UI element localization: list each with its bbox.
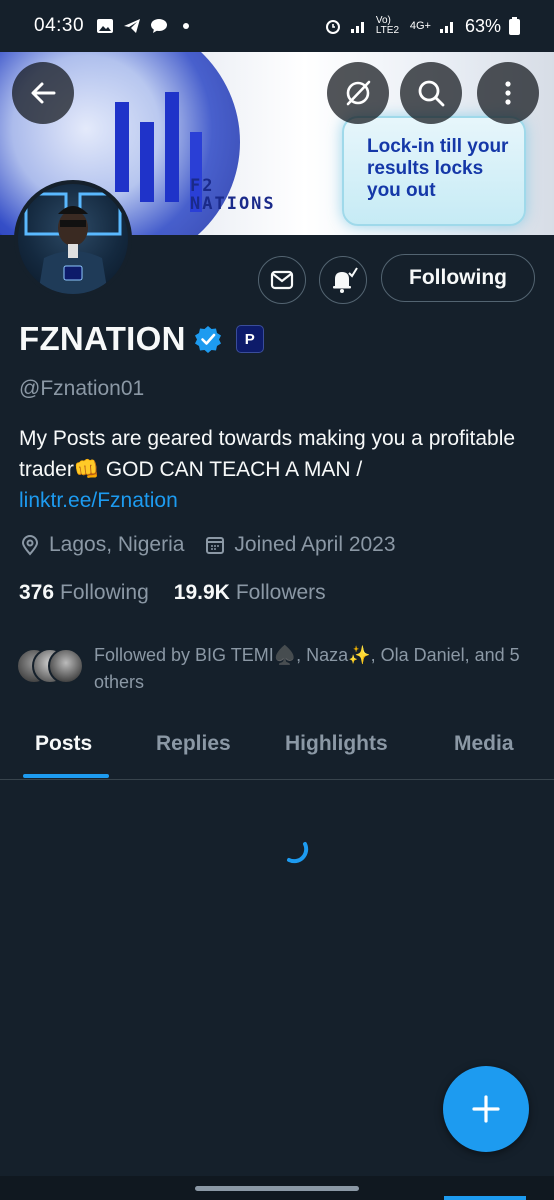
notifications-button[interactable]: [319, 256, 367, 304]
affiliate-badge-icon[interactable]: P: [235, 325, 264, 353]
signal-icon: [350, 22, 364, 33]
follow-counts: 376 Following 19.9K Followers: [19, 581, 351, 605]
envelope-icon: [270, 270, 294, 290]
avatar-image: [24, 192, 122, 294]
followed-by-text: Followed by BIG TEMI♠️, Naza✨, Ola Danie…: [94, 645, 520, 692]
plus-icon: [472, 1095, 500, 1123]
banner-promo-text: Lock-in till your results locks you out: [367, 136, 509, 201]
tab-posts[interactable]: Posts: [35, 732, 92, 756]
follower-avatar: [48, 648, 84, 684]
location-pin-icon: [21, 535, 39, 556]
joined-item: Joined April 2023: [204, 533, 396, 557]
grok-button[interactable]: [327, 62, 389, 124]
verified-badge-icon[interactable]: [194, 325, 222, 353]
followed-by-row[interactable]: Followed by BIG TEMI♠️, Naza✨, Ola Danie…: [16, 642, 546, 696]
joined-text: Joined April 2023: [234, 533, 396, 556]
followed-by-avatars: [16, 642, 90, 684]
network-label: Vo) LTE2: [375, 15, 400, 36]
alarm-icon: [325, 20, 340, 34]
location-item: Lagos, Nigeria: [19, 533, 184, 557]
search-icon: [418, 80, 445, 107]
loading-spinner-icon: [287, 842, 309, 864]
followers-label: Followers: [235, 581, 326, 604]
battery-percent: 63%: [464, 15, 501, 36]
message-button[interactable]: [258, 256, 306, 304]
compose-button[interactable]: [443, 1066, 529, 1152]
bell-plus-icon: [333, 267, 358, 293]
telegram-icon: [124, 19, 141, 33]
network-type: 4G+: [409, 20, 431, 32]
name-row: FZNATION P: [19, 320, 264, 358]
following-count: 376: [19, 581, 55, 604]
display-name: FZNATION: [19, 320, 186, 357]
more-button[interactable]: [477, 62, 539, 124]
status-time: 04:30: [34, 15, 85, 36]
profile-avatar[interactable]: [14, 180, 132, 298]
search-button[interactable]: [400, 62, 462, 124]
profile-bio: My Posts are geared towards making you a…: [19, 423, 539, 516]
following-button[interactable]: Following: [381, 254, 535, 302]
signal-icon-2: [439, 22, 453, 33]
tab-replies[interactable]: Replies: [156, 732, 231, 756]
back-button[interactable]: [12, 62, 74, 124]
calendar-icon: [206, 537, 225, 554]
arrow-left-icon: [31, 82, 56, 104]
banner-brand: F2 NATIONS: [190, 177, 276, 213]
tab-media[interactable]: Media: [454, 732, 514, 756]
followers-count-link[interactable]: 19.9K Followers: [174, 581, 351, 605]
followers-count: 19.9K: [173, 581, 230, 604]
battery-icon: [509, 17, 520, 35]
location-text: Lagos, Nigeria: [49, 533, 185, 556]
tab-highlights[interactable]: Highlights: [285, 732, 388, 756]
gallery-icon: [97, 19, 114, 33]
following-label: Following: [60, 581, 149, 604]
system-icons: Vo) LTE2 4G+ 63%: [324, 16, 520, 37]
banner-brand-line1: F2: [190, 176, 215, 196]
grok-icon: [346, 80, 371, 106]
bio-link[interactable]: linktr.ee/Fznation: [19, 489, 178, 512]
profile-tabs: Posts Replies Highlights Media: [0, 712, 554, 780]
fab-edge-strip: [444, 1196, 526, 1200]
profile-handle: @Fznation01: [19, 377, 145, 400]
profile-meta: Lagos, Nigeria Joined April 2023: [19, 533, 416, 557]
following-count-link[interactable]: 376 Following: [19, 581, 174, 605]
notification-icons: [96, 18, 195, 34]
dot-icon: [183, 23, 190, 29]
home-indicator[interactable]: [195, 1186, 359, 1191]
banner-brand-line2: NATIONS: [190, 194, 276, 214]
bio-text: My Posts are geared towards making you a…: [19, 427, 516, 481]
more-vertical-icon: [505, 81, 511, 105]
status-bar: 04:30 Vo) LTE2 4G+ 63%: [0, 0, 554, 52]
chat-icon: [151, 19, 168, 33]
active-tab-indicator: [23, 774, 109, 778]
